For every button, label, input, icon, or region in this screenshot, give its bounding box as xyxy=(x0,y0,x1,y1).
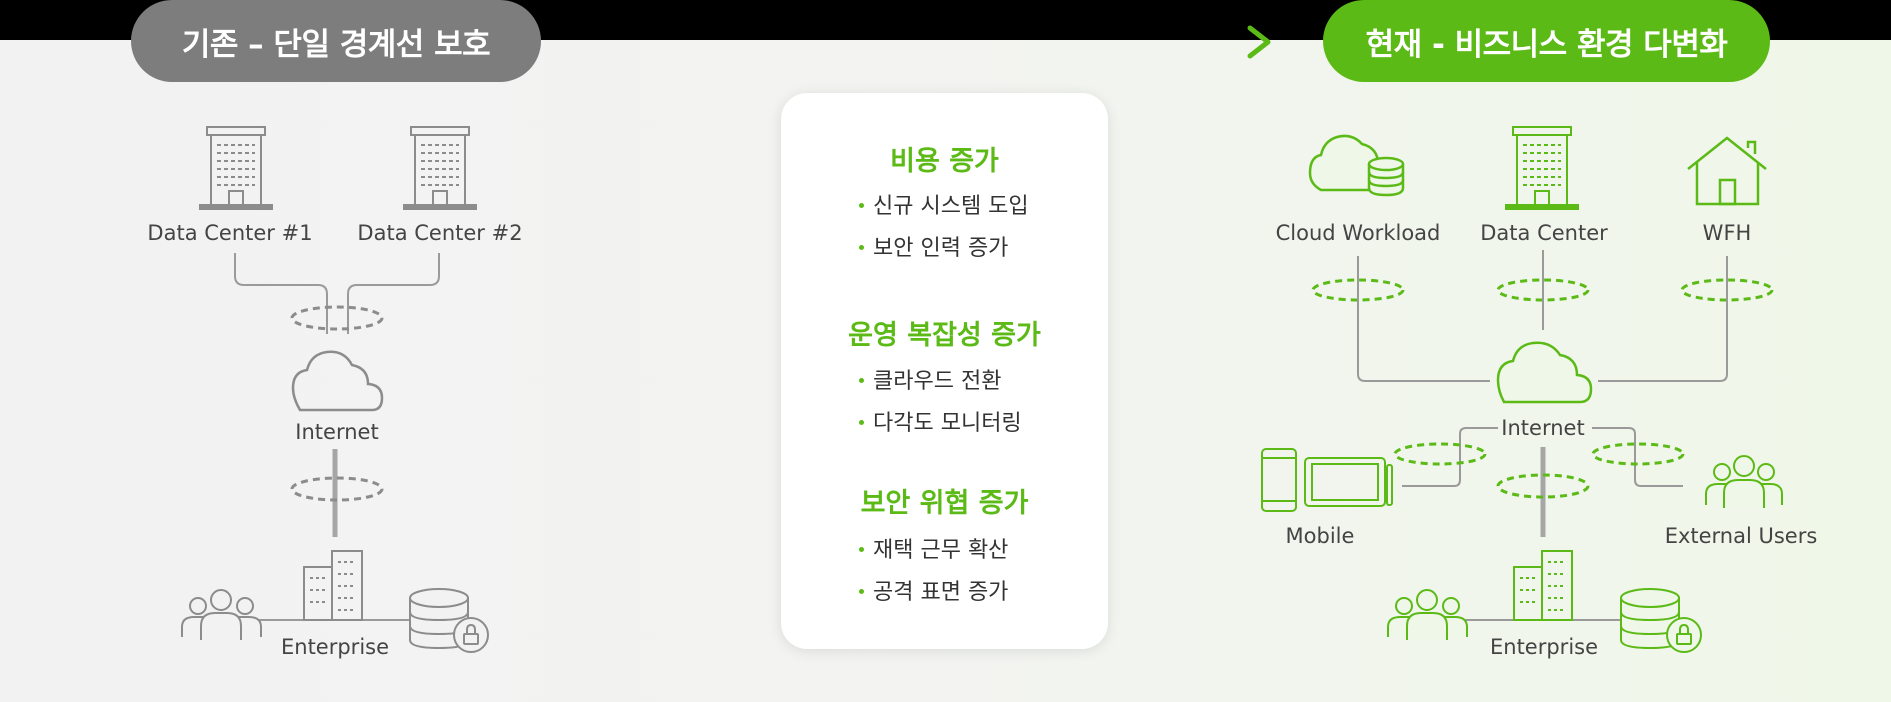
label-internet: Internet xyxy=(295,420,379,444)
label-external-users: External Users xyxy=(1664,524,1818,548)
legacy-title-pill: 기존 – 단일 경계선 보호 xyxy=(131,0,541,82)
label-enterprise: Enterprise xyxy=(1489,635,1599,659)
diagram-canvas: 기존 – 단일 경계선 보호 현재 - 비즈니스 환경 다변화 Data Cen… xyxy=(0,0,1891,702)
bullet-item: 공격 표면 증가 xyxy=(859,574,1008,606)
bullet-item: 클라우드 전환 xyxy=(859,363,1001,395)
bullet-dot xyxy=(859,588,864,594)
bullet-dot xyxy=(859,244,864,250)
label-dc2: Data Center #2 xyxy=(357,221,523,245)
label-internet: Internet xyxy=(1501,416,1585,440)
challenges-card: 비용 증가 신규 시스템 도입 보안 인력 증가 운영 복잡성 증가 클라우드 … xyxy=(781,93,1108,649)
bullet-dot xyxy=(859,377,864,383)
bullet-item: 보안 인력 증가 xyxy=(859,230,1008,262)
current-title-pill: 현재 - 비즈니스 환경 다변화 xyxy=(1323,0,1770,82)
bullet-item: 신규 시스템 도입 xyxy=(859,188,1029,220)
bullet-item: 다각도 모니터링 xyxy=(859,405,1022,437)
section-title-threats: 보안 위협 증가 xyxy=(860,488,1029,519)
label-enterprise: Enterprise xyxy=(280,635,390,659)
bullet-dot xyxy=(859,202,864,208)
section-title-cost: 비용 증가 xyxy=(890,146,999,177)
bullet-dot xyxy=(859,546,864,552)
label-data-center: Data Center xyxy=(1480,221,1608,245)
label-dc1: Data Center #1 xyxy=(147,221,313,245)
label-cloud-workload: Cloud Workload xyxy=(1275,221,1441,245)
label-wfh: WFH xyxy=(1702,221,1752,245)
section-title-complexity: 운영 복잡성 증가 xyxy=(848,320,1041,351)
label-mobile: Mobile xyxy=(1285,524,1355,548)
bullet-item: 재택 근무 확산 xyxy=(859,532,1008,564)
bullet-dot xyxy=(859,419,864,425)
